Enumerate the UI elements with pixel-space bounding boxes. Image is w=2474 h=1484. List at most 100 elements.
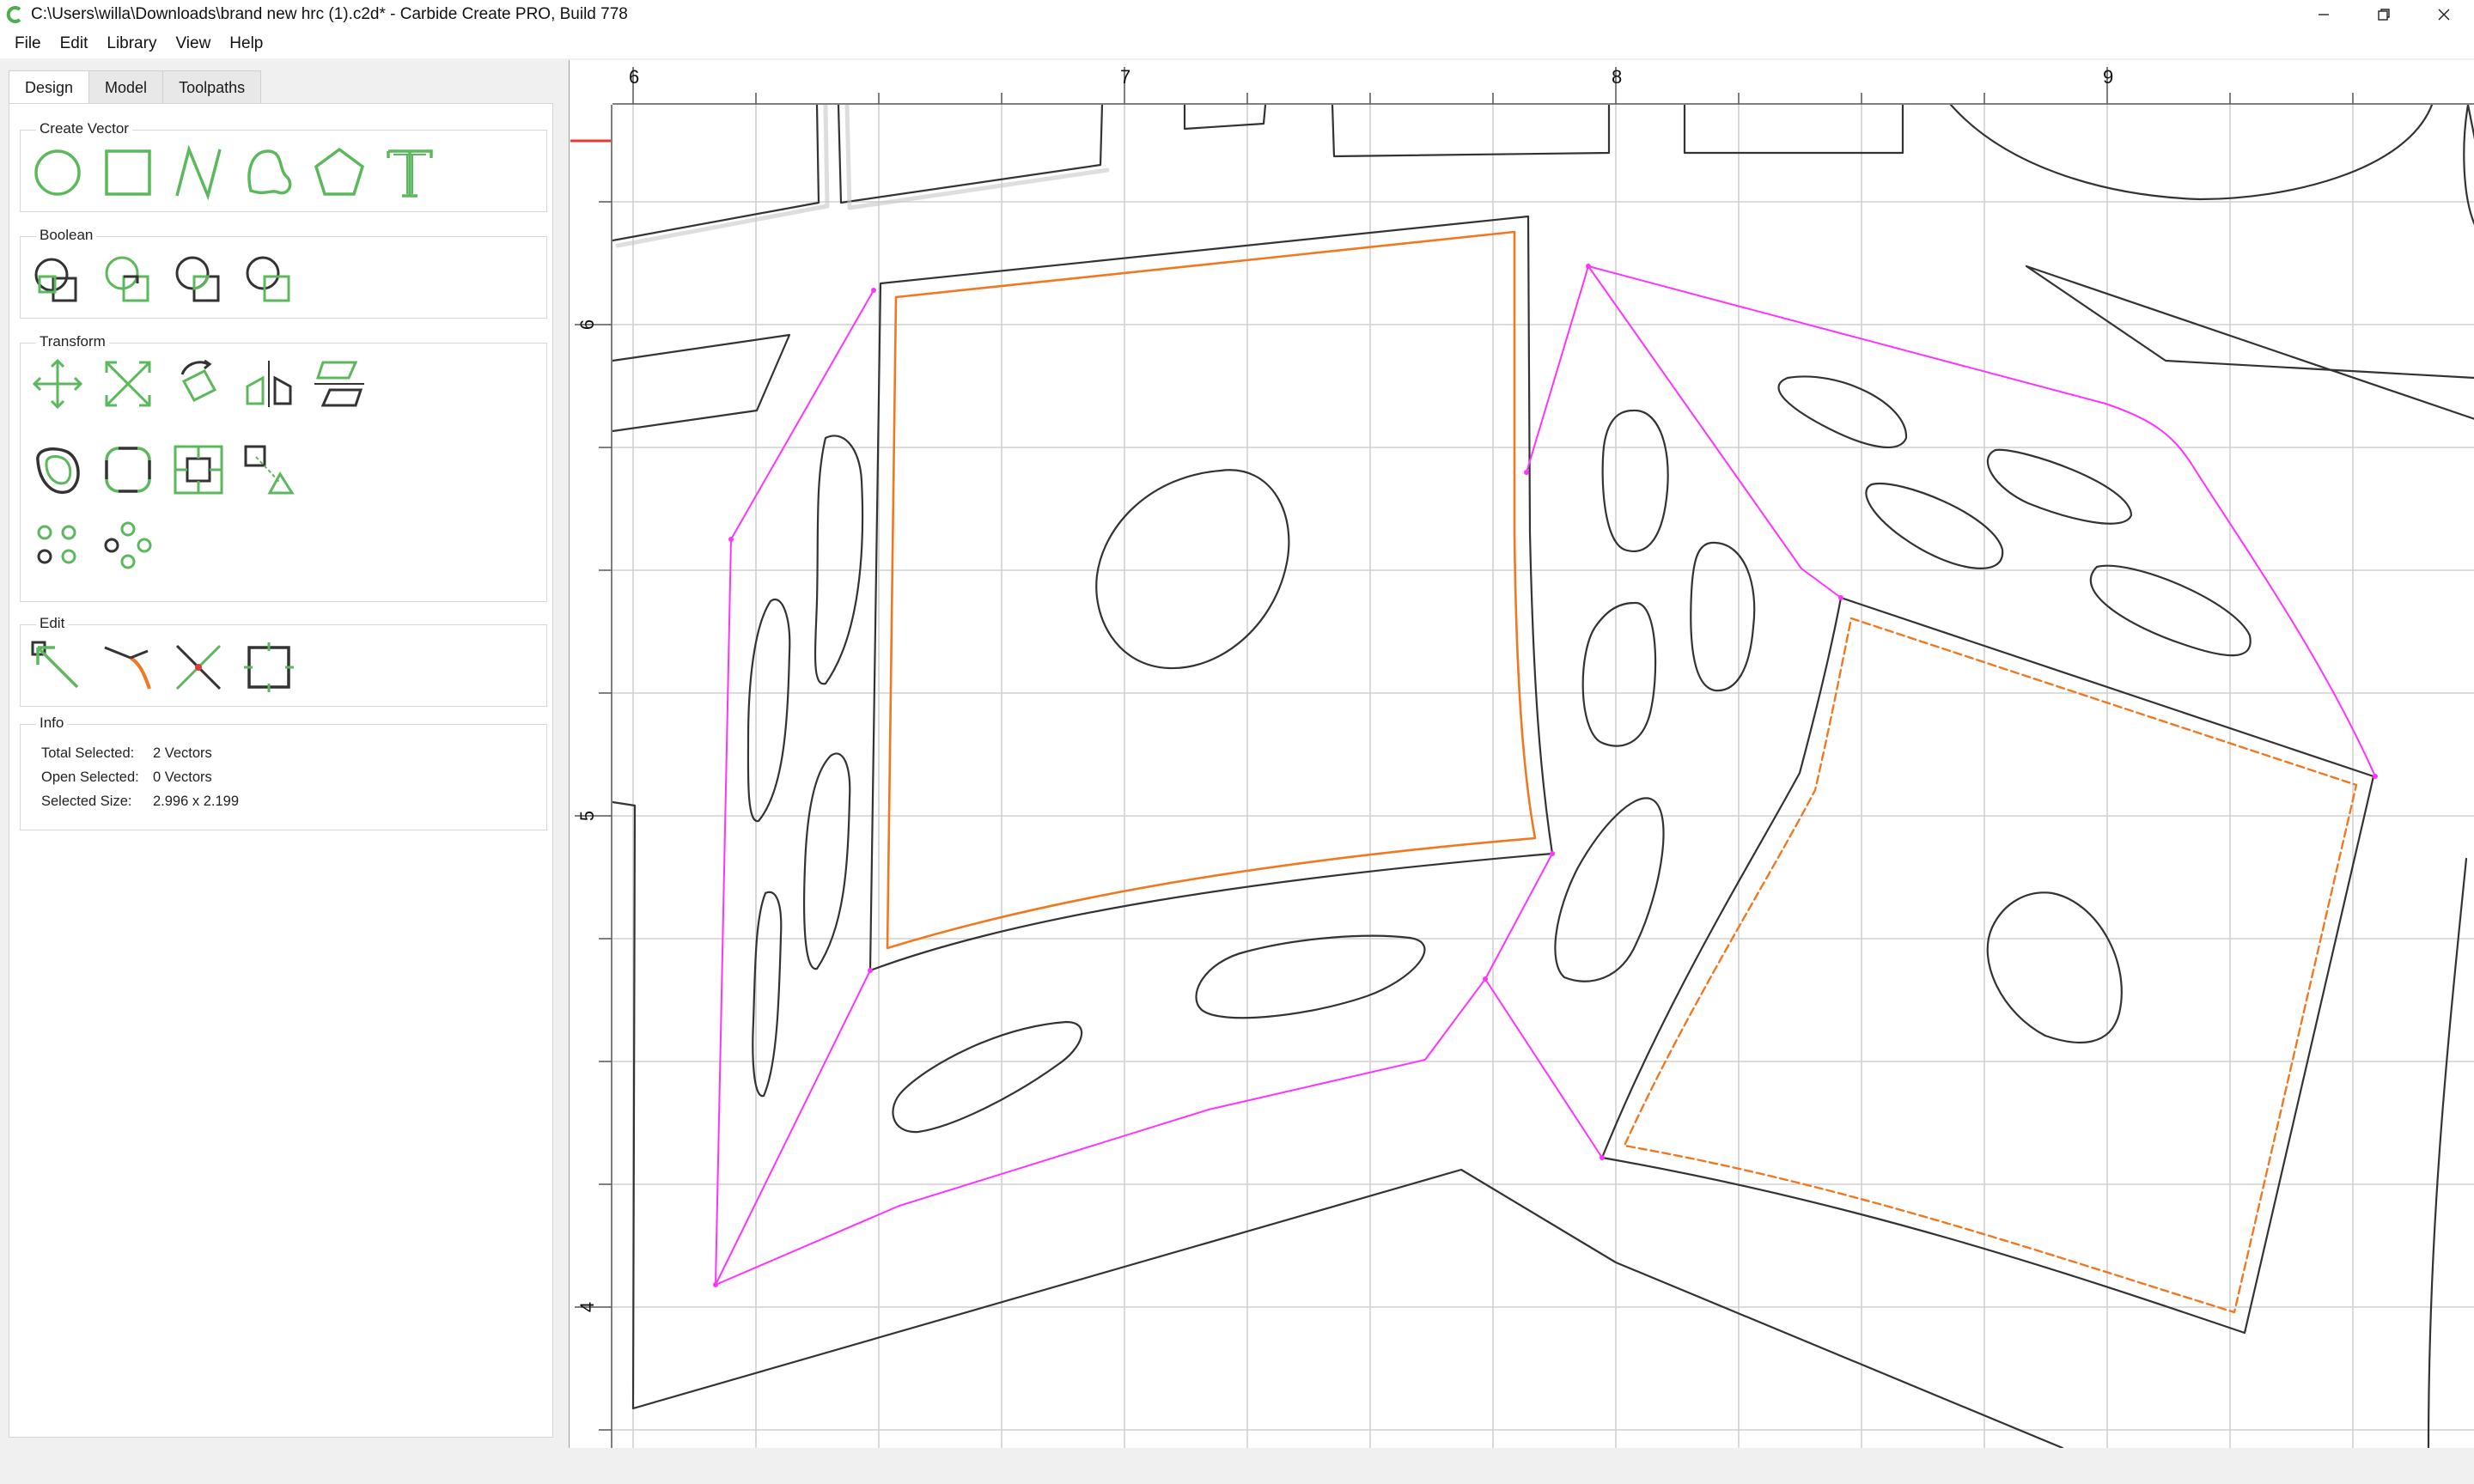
circle-tool-button[interactable] [27,143,88,203]
rectangle-tool-button[interactable] [98,143,158,203]
move-tool-button[interactable] [27,354,88,414]
circular-array-tool-button[interactable] [98,515,158,575]
vector-selected-right[interactable] [1623,617,2358,1314]
rectangle-icon [105,149,151,196]
ruler-left-label: 5 [576,811,598,821]
menu-edit[interactable]: Edit [51,31,98,57]
open-selected-label: Open Selected: [41,769,139,785]
vector-selected-left[interactable] [886,230,1537,950]
subtract-tool-button[interactable] [98,249,158,309]
selected-size-label: Selected Size: [41,794,132,809]
polygon-icon [314,147,365,196]
open-selected-row: Open Selected: 0 Vectors [41,769,212,786]
vector-left-die[interactable] [746,215,1554,1134]
ruler-top-label: 6 [629,66,639,88]
center-tool-button[interactable] [168,440,229,500]
subtract-icon [105,256,149,302]
tab-model[interactable]: Model [88,70,164,104]
mirror-icon [246,361,292,407]
union-icon [34,258,77,302]
bounding-box-tool-button[interactable] [239,637,299,697]
linear-array-icon [37,525,76,564]
ruler-corner [570,60,612,105]
vector-construction[interactable] [715,265,2376,1286]
edit-group: Edit [20,615,547,707]
union-tool-button[interactable] [27,249,88,309]
rotate-icon [180,359,217,402]
bounding-box-icon [244,642,294,692]
title-bar: C:\Users\willa\Downloads\brand new hrc (… [0,0,2474,29]
ruler-top-label: 8 [1612,66,1622,88]
tab-design[interactable]: Design [9,70,90,106]
fillet-tool-button[interactable] [98,440,158,500]
minimize-icon [2319,14,2329,15]
status-strip [0,1451,2474,1484]
align-icon [314,361,364,407]
polygon-tool-button[interactable] [309,143,369,203]
trim-icon [104,646,151,690]
circle-icon [34,149,81,196]
info-title: Info [36,715,68,732]
total-selected-label: Total Selected: [41,745,135,761]
tab-toolpaths[interactable]: Toolpaths [162,70,262,104]
cut-icon [175,644,222,690]
window-title: C:\Users\willa\Downloads\brand new hrc (… [31,5,628,23]
selected-size-row: Selected Size: 2.996 x 2.199 [41,794,239,810]
snap-icon [244,445,295,495]
text-icon [387,149,433,198]
cut-tool-button[interactable] [168,637,229,697]
ruler-top-label: 7 [1120,66,1130,88]
ruler-left-label: 4 [576,1302,598,1312]
boolean-title: Boolean [36,227,97,244]
create-vector-title: Create Vector [36,120,132,137]
intersect-icon [175,256,220,302]
text-tool-button[interactable] [380,143,440,203]
ruler-top[interactable]: 6 7 8 9 [570,60,2474,105]
ruler-top-label: 9 [2103,66,2113,88]
vector-nodes[interactable] [713,264,2378,1287]
node-edit-icon [31,641,79,689]
create-vector-group: Create Vector [20,120,547,212]
polyline-icon [175,144,222,201]
trim-tool-button[interactable] [98,637,158,697]
minimize-button[interactable] [2294,0,2354,29]
menu-file[interactable]: File [5,31,51,57]
linear-array-tool-button[interactable] [27,515,88,575]
center-icon [174,445,223,495]
move-icon [32,358,83,410]
rotate-tool-button[interactable] [168,354,229,414]
scale-icon [105,361,151,407]
ruler-left-label: 6 [576,319,598,330]
scale-tool-button[interactable] [98,354,158,414]
selected-size-value: 2.996 x 2.199 [153,794,239,809]
left-panel: Design Model Toolpaths Create Vector Boo… [0,60,567,1451]
menu-library[interactable]: Library [97,31,166,57]
total-selected-value: 2 Vectors [153,745,212,761]
merge-tool-button[interactable] [239,249,299,309]
polyline-tool-button[interactable] [168,143,229,203]
offset-tool-button[interactable] [27,440,88,500]
snap-tool-button[interactable] [239,440,299,500]
intersect-tool-button[interactable] [168,249,229,309]
vector-right-die[interactable] [1554,375,2375,1335]
transform-group: Transform [20,333,547,602]
design-panel: Create Vector Boolean Transform Edit Inf… [9,103,553,1438]
tab-bar: Design Model Toolpaths [9,70,262,106]
close-button[interactable] [2414,0,2474,29]
menu-view[interactable]: View [166,31,220,57]
boolean-group: Boolean [20,227,547,319]
design-canvas[interactable]: 6 7 8 9 6 5 4 [569,60,2474,1448]
menu-help[interactable]: Help [220,31,272,57]
node-edit-tool-button[interactable] [27,637,88,697]
curve-icon [247,149,292,195]
align-tool-button[interactable] [309,354,369,414]
ruler-left[interactable]: 6 5 4 [570,60,612,1448]
circular-array-icon [104,521,152,569]
restore-icon [2378,9,2390,21]
mirror-tool-button[interactable] [239,354,299,414]
curve-tool-button[interactable] [239,143,299,203]
edit-title: Edit [36,615,69,632]
total-selected-row: Total Selected: 2 Vectors [41,745,212,762]
merge-icon [246,256,290,302]
restore-button[interactable] [2354,0,2414,29]
